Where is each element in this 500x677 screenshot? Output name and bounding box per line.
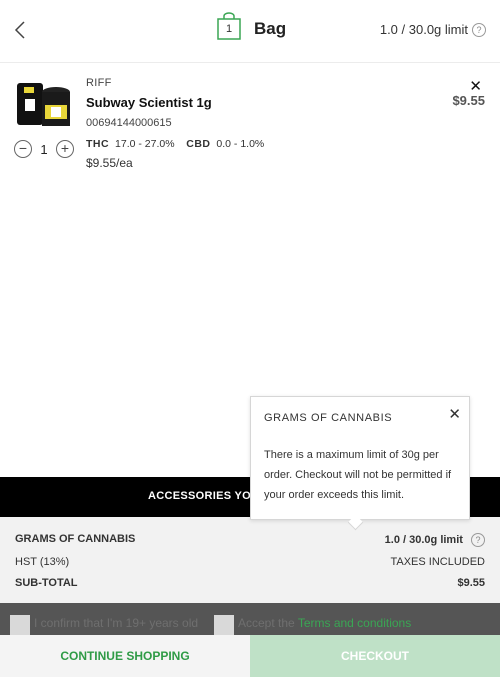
page-title: Bag [254,19,287,38]
product-brand: RIFF [86,77,112,89]
accept-label: Accept the [238,616,295,630]
quantity-stepper: − 1 + [14,140,74,158]
thc-label: THC [86,138,110,150]
close-icon[interactable]: ✕ [448,405,461,423]
grams-value-group: 1.0 / 30.0g limit ? [385,533,485,547]
accessories-label: ACCESSORIES YOU [148,490,260,502]
summary-hst-row: HST (13%) TAXES INCLUDED [15,556,485,568]
continue-shopping-button[interactable]: CONTINUE SHOPPING [0,635,250,677]
grams-value: 1.0 / 30.0g limit [384,534,463,546]
terms-confirm-text: Accept the Terms and conditions [238,616,411,630]
summary-subtotal-row: SUB-TOTAL $9.55 [15,577,485,589]
help-icon[interactable]: ? [472,22,486,37]
help-icon[interactable]: ? [471,533,485,547]
cbd-value: 0.0 - 1.0% [216,138,265,150]
cart-item: − 1 + RIFF Subway Scientist 1g 006941440… [0,63,500,183]
summary-grams-row: GRAMS OF CANNABIS 1.0 / 30.0g limit ? [15,533,485,547]
confirmation-strip: I confirm that I'm 19+ years old Accept … [0,603,500,635]
item-price: $9.55 [452,93,485,108]
grams-label: GRAMS OF CANNABIS [15,533,136,545]
age-confirm-checkbox[interactable] [10,615,30,635]
product-potency: THC 17.0 - 27.0% CBD 0.0 - 1.0% [86,138,264,150]
grams-tooltip: GRAMS OF CANNABIS ✕ There is a maximum l… [250,396,470,531]
unit-price: $9.55/ea [86,156,133,170]
cbd-label: CBD [186,138,211,150]
header-limit-text: 1.0 / 30.0g limit [379,22,468,37]
terms-link[interactable]: Terms and conditions [298,616,411,630]
bag-count: 1 [225,23,233,35]
age-confirm-label: I confirm that I'm 19+ years old [34,616,199,630]
product-name[interactable]: Subway Scientist 1g [86,95,212,110]
terms-checkbox[interactable] [214,615,234,635]
increase-quantity-button[interactable]: + [56,140,74,158]
product-image[interactable] [14,75,72,133]
checkout-button[interactable]: CHECKOUT [250,635,500,677]
hst-label: HST (13%) [15,556,70,568]
tooltip-title: GRAMS OF CANNABIS [264,412,393,424]
hst-value: TAXES INCLUDED [390,556,485,568]
thc-value: 17.0 - 27.0% [115,138,175,150]
product-sku: 00694144000615 [86,117,172,129]
quantity-value: 1 [40,141,48,157]
subtotal-value: $9.55 [457,577,485,589]
order-summary: GRAMS OF CANNABIS 1.0 / 30.0g limit ? HS… [0,517,500,603]
back-chevron-icon[interactable] [10,19,32,41]
tooltip-body: There is a maximum limit of 30g per orde… [264,449,452,501]
header-limit: 1.0 / 30.0g limit ? [380,22,486,37]
header: 1 Bag 1.0 / 30.0g limit ? [0,0,500,63]
subtotal-label: SUB-TOTAL [15,577,78,589]
decrease-quantity-button[interactable]: − [14,140,32,158]
bag-icon: 1 [216,12,242,40]
